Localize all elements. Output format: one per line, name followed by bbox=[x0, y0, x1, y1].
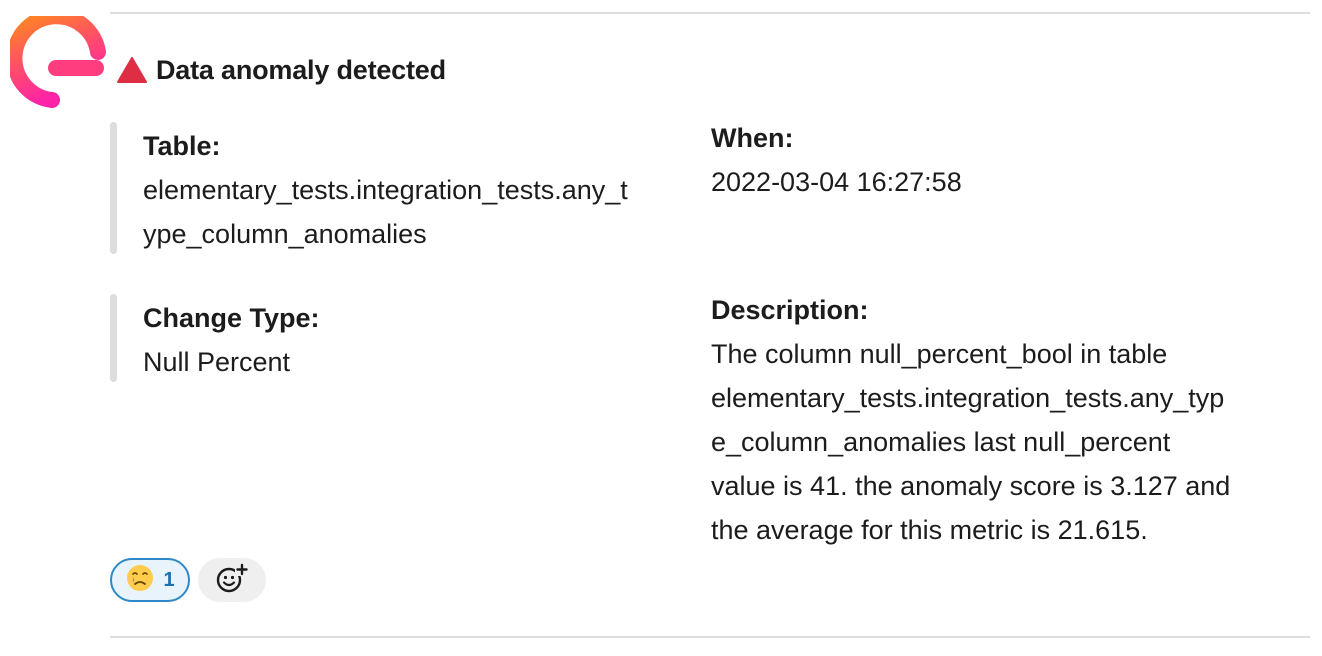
field-quote-bar bbox=[110, 294, 117, 382]
field-quote-bar bbox=[110, 122, 117, 254]
when-value: 2022-03-04 16:27:58 bbox=[711, 167, 962, 197]
table-label: Table: bbox=[143, 131, 221, 161]
change-type-value: Null Percent bbox=[143, 347, 291, 377]
reaction-bar: 1 bbox=[110, 558, 266, 602]
description-line: The column null_percent_bool in table bbox=[711, 339, 1168, 369]
warning-triangle-icon bbox=[116, 55, 148, 85]
when-label: When: bbox=[711, 123, 794, 153]
description-line: elementary_tests.integration_tests.any_t… bbox=[711, 383, 1225, 413]
description-field: Description: The column null_percent_boo… bbox=[711, 288, 1286, 552]
table-field: Table: elementary_tests.integration_test… bbox=[143, 124, 683, 256]
add-reaction-icon bbox=[215, 562, 249, 599]
crying-face-icon bbox=[125, 563, 155, 598]
reaction-count: 1 bbox=[163, 568, 175, 591]
add-reaction-button[interactable] bbox=[198, 558, 266, 602]
table-value-line: ype_column_anomalies bbox=[143, 219, 427, 249]
change-type-field: Change Type: Null Percent bbox=[143, 296, 683, 384]
table-value-line: elementary_tests.integration_tests.any_t bbox=[143, 175, 628, 205]
message-title: Data anomaly detected bbox=[156, 54, 446, 85]
message-header: Data anomaly detected bbox=[116, 52, 446, 88]
description-line: e_column_anomalies last null_percent bbox=[711, 427, 1171, 457]
when-field: When: 2022-03-04 16:27:58 bbox=[711, 116, 1291, 204]
change-type-label: Change Type: bbox=[143, 303, 320, 333]
description-line: value is 41. the anomaly score is 3.127 … bbox=[711, 471, 1231, 501]
app-logo-icon[interactable] bbox=[6, 8, 110, 120]
crying-face-reaction-button[interactable]: 1 bbox=[110, 558, 190, 602]
bottom-divider bbox=[110, 636, 1310, 638]
description-line: the average for this metric is 21.615. bbox=[711, 515, 1148, 545]
description-label: Description: bbox=[711, 295, 869, 325]
top-divider bbox=[110, 12, 1310, 14]
